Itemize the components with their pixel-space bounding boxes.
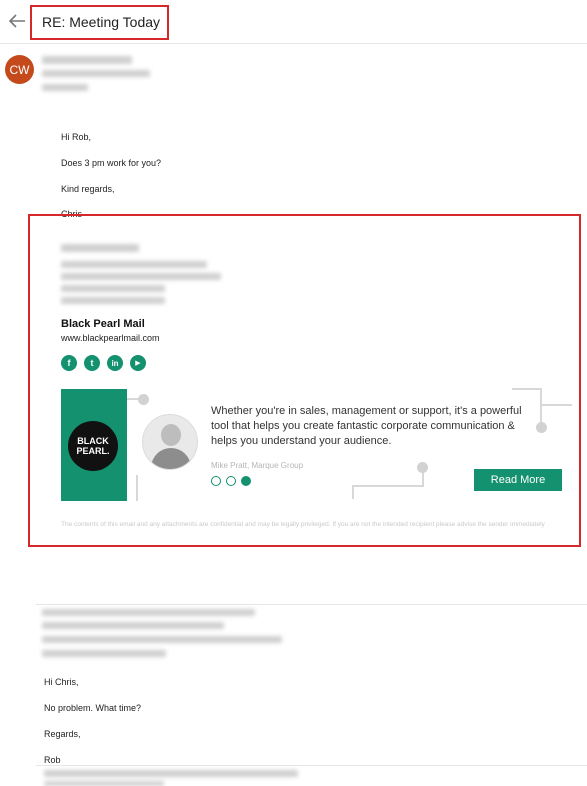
testimonial-author: Mike Pratt, Marque Group	[211, 461, 304, 470]
closing: Kind regards,	[61, 184, 115, 194]
quoted-header-redacted	[44, 770, 298, 777]
decor-line	[352, 485, 424, 487]
contact-email-redacted	[61, 273, 221, 280]
testimonial-photo	[142, 414, 198, 470]
message-divider	[36, 765, 587, 766]
quoted-header-redacted	[42, 650, 166, 657]
brand-url-link[interactable]: www.blackpearlmail.com	[61, 333, 160, 343]
carousel-dot-active[interactable]	[241, 476, 251, 486]
avatar[interactable]: CW	[5, 55, 34, 84]
twitter-icon[interactable]: t	[84, 355, 100, 371]
linkedin-icon[interactable]: in	[107, 355, 123, 371]
quoted-header-redacted	[42, 609, 255, 616]
signoff: Rob	[44, 755, 61, 765]
quoted-header-redacted	[44, 781, 164, 786]
decor-dot	[417, 462, 428, 473]
quoted-header-redacted	[42, 636, 282, 643]
carousel-dot[interactable]	[226, 476, 236, 486]
quoted-header-redacted	[42, 622, 224, 629]
contact-address-redacted	[61, 261, 207, 268]
contact-mobile-redacted	[61, 297, 165, 304]
black-pearl-logo: BLACK PEARL.	[68, 421, 118, 471]
decor-line	[542, 404, 572, 406]
message-divider	[36, 604, 587, 605]
decor-dot	[536, 422, 547, 433]
disclaimer-text: The contents of this email and any attac…	[61, 521, 545, 528]
closing: Regards,	[44, 729, 81, 739]
greeting: Hi Chris,	[44, 677, 79, 687]
decor-dot	[138, 394, 149, 405]
decor-line	[136, 475, 138, 501]
sender-name-redacted	[42, 56, 132, 64]
subject-bar: RE: Meeting Today	[0, 0, 587, 44]
read-more-button[interactable]: Read More	[474, 469, 562, 491]
brand-name: Black Pearl Mail	[61, 318, 145, 330]
decor-line	[540, 388, 542, 426]
decor-line	[352, 485, 354, 499]
contact-name-redacted	[61, 244, 139, 252]
greeting: Hi Rob,	[61, 132, 92, 142]
email-subject: RE: Meeting Today	[42, 14, 161, 30]
contact-phone-redacted	[61, 285, 165, 292]
decor-line	[512, 388, 542, 390]
arrow-left-icon[interactable]	[6, 10, 28, 32]
body-line: No problem. What time?	[44, 703, 142, 713]
carousel-dot[interactable]	[211, 476, 221, 486]
body-line: Does 3 pm work for you?	[61, 158, 162, 168]
date-redacted	[42, 84, 88, 91]
youtube-icon[interactable]: ▶	[130, 355, 146, 371]
recipient-redacted	[42, 70, 150, 77]
facebook-icon[interactable]: f	[61, 355, 77, 371]
testimonial-quote: Whether you're in sales, management or s…	[211, 405, 522, 447]
